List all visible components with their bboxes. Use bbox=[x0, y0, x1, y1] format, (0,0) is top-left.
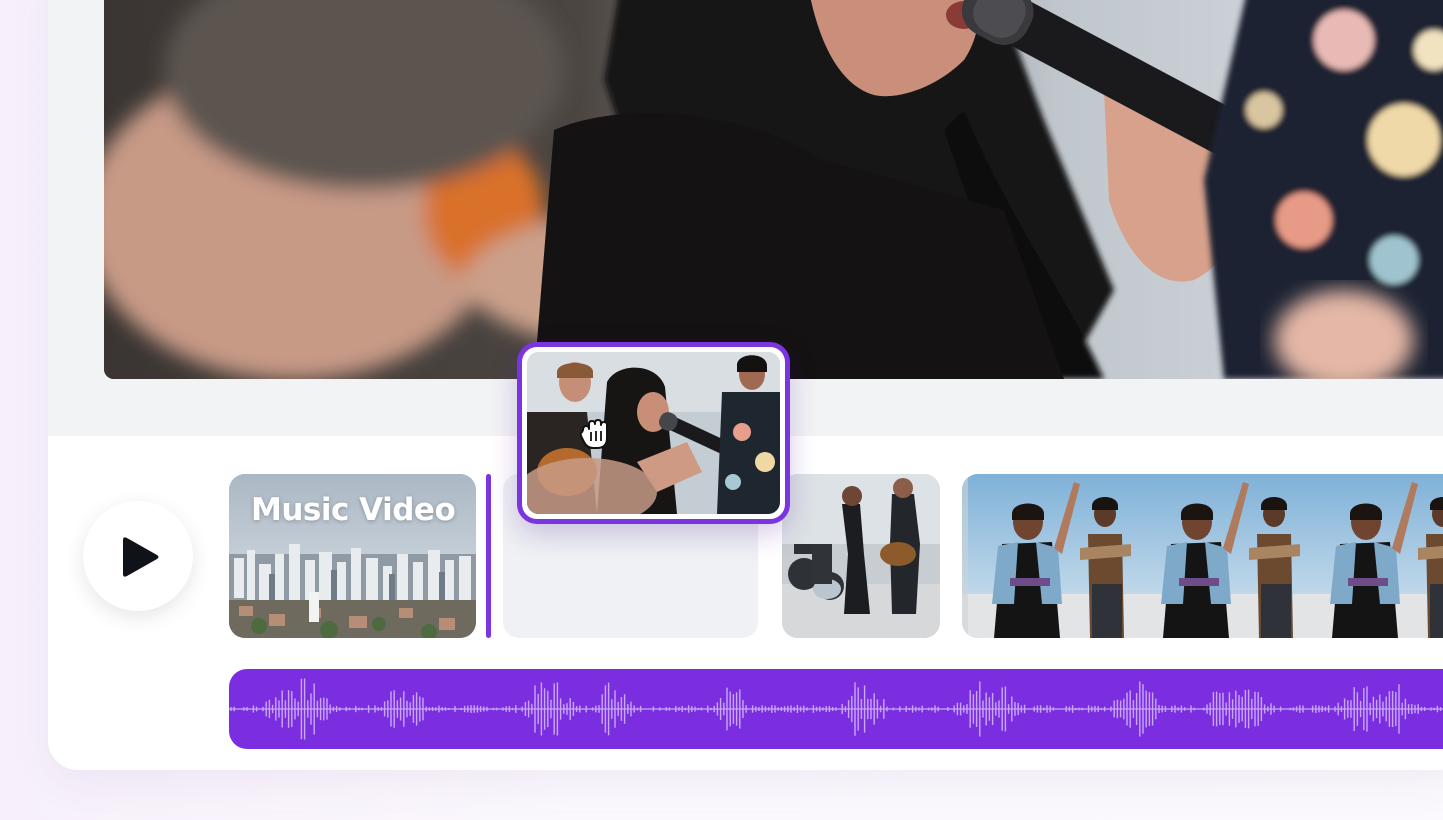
timeline-clip-band[interactable] bbox=[782, 474, 940, 638]
dancers-thumbnail bbox=[962, 474, 1443, 638]
timeline-clip-music-video[interactable]: Music Video bbox=[229, 474, 476, 638]
waveform-icon bbox=[229, 678, 1443, 740]
audio-track[interactable] bbox=[229, 669, 1443, 749]
singer-thumbnail bbox=[527, 352, 780, 514]
dragging-clip[interactable] bbox=[517, 342, 790, 524]
play-icon bbox=[123, 537, 159, 577]
clip-title: Music Video bbox=[251, 492, 456, 528]
playhead-marker[interactable] bbox=[486, 474, 491, 638]
play-button[interactable] bbox=[83, 501, 193, 611]
video-preview[interactable] bbox=[104, 0, 1443, 379]
timeline-clip-dancers[interactable] bbox=[962, 474, 1443, 638]
preview-frame-image bbox=[104, 0, 1443, 379]
band-performance-thumbnail bbox=[782, 474, 940, 638]
grab-hand-cursor-icon bbox=[579, 419, 608, 449]
